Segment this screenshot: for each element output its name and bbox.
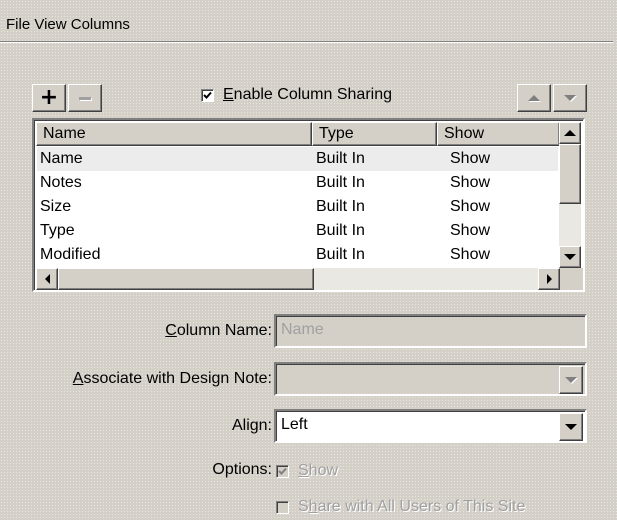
- cell-show: Show: [450, 246, 491, 263]
- move-up-button[interactable]: [517, 84, 551, 112]
- cell-name: Size: [40, 198, 72, 215]
- align-value: Left: [281, 416, 308, 433]
- scroll-up-button[interactable]: [559, 122, 581, 144]
- cell-name: Type: [40, 222, 75, 239]
- options-label: Options:: [212, 461, 272, 478]
- checkmark-icon: [278, 467, 287, 475]
- cell-show: Show: [450, 222, 491, 239]
- horizontal-scroll-thumb[interactable]: [58, 268, 314, 290]
- arrow-down-icon: [564, 254, 576, 260]
- chevron-down-icon: [565, 377, 577, 383]
- move-down-button[interactable]: [553, 84, 587, 112]
- column-header-show[interactable]: Show: [437, 122, 560, 146]
- cell-name: Modified: [40, 246, 101, 263]
- cell-show: Show: [450, 150, 491, 167]
- scroll-right-button[interactable]: [538, 268, 560, 290]
- align-select[interactable]: Left: [274, 409, 587, 443]
- enable-column-sharing[interactable]: Enable Column Sharing: [201, 86, 392, 104]
- scroll-corner: [560, 268, 583, 290]
- cell-type: Built In: [316, 246, 365, 263]
- minus-icon: [79, 96, 91, 100]
- column-name-label: Column Name:: [165, 322, 272, 339]
- column-header-name[interactable]: Name: [36, 122, 312, 146]
- table-row[interactable]: Type Built In Show: [37, 219, 558, 243]
- checkmark-icon: [203, 91, 212, 99]
- align-dropdown-button[interactable]: [559, 413, 583, 441]
- cell-type: Built In: [316, 150, 365, 167]
- columns-table[interactable]: Name Type Show Name Built In Show Notes …: [32, 118, 585, 292]
- cell-show: Show: [450, 198, 491, 215]
- column-header-type[interactable]: Type: [312, 122, 437, 146]
- horizontal-scrollbar[interactable]: [36, 268, 560, 290]
- scroll-left-button[interactable]: [36, 268, 58, 290]
- table-row[interactable]: Name Built In Show: [37, 147, 558, 171]
- chevron-down-icon: [565, 424, 577, 430]
- arrow-up-icon: [528, 95, 540, 101]
- share-option-label: Share with All Users of This Site: [298, 498, 526, 515]
- associate-design-note-select[interactable]: [274, 362, 587, 396]
- share-checkbox[interactable]: [276, 500, 289, 514]
- arrow-left-icon: [44, 274, 50, 284]
- associate-label: Associate with Design Note:: [72, 370, 272, 387]
- scroll-down-button[interactable]: [559, 246, 581, 268]
- cell-type: Built In: [316, 174, 365, 191]
- arrow-down-icon: [564, 95, 576, 101]
- table-row[interactable]: Notes Built In Show: [37, 171, 558, 195]
- enable-sharing-label: Enable Column Sharing: [223, 86, 392, 103]
- plus-icon: +: [39, 85, 59, 110]
- cell-name: Name: [40, 150, 83, 167]
- show-option-label: Show: [298, 462, 339, 479]
- cell-type: Built In: [316, 222, 365, 239]
- title-divider: [0, 41, 613, 43]
- arrow-right-icon: [546, 274, 552, 284]
- cell-show: Show: [450, 174, 491, 191]
- table-row[interactable]: Size Built In Show: [37, 195, 558, 219]
- align-label: Align:: [231, 417, 272, 434]
- vertical-scroll-thumb[interactable]: [559, 144, 581, 204]
- cell-name: Notes: [40, 174, 82, 191]
- remove-column-button[interactable]: [68, 84, 102, 112]
- table-row[interactable]: Modified Built In Show: [37, 243, 558, 267]
- option-share-all-users[interactable]: Share with All Users of This Site: [276, 498, 525, 516]
- vertical-scrollbar[interactable]: [559, 122, 581, 268]
- show-checkbox[interactable]: [276, 464, 289, 478]
- arrow-up-icon: [564, 130, 576, 136]
- option-show[interactable]: Show: [276, 462, 338, 480]
- cell-type: Built In: [316, 198, 365, 215]
- panel-title: File View Columns: [6, 16, 130, 33]
- column-name-input[interactable]: Name: [274, 314, 587, 348]
- associate-dropdown-button[interactable]: [559, 366, 583, 394]
- add-column-button[interactable]: +: [32, 84, 66, 112]
- enable-sharing-checkbox[interactable]: [201, 88, 214, 102]
